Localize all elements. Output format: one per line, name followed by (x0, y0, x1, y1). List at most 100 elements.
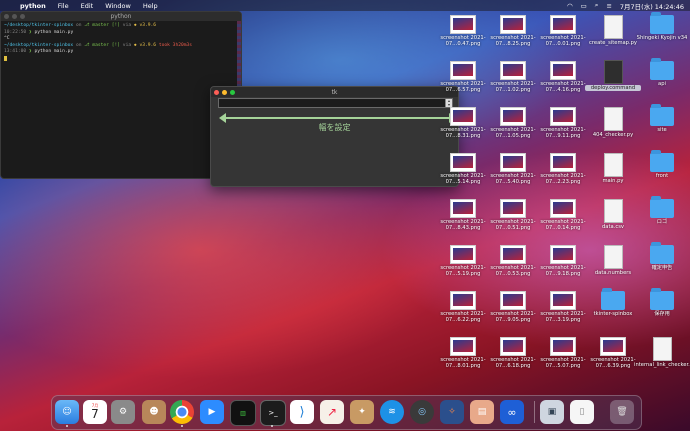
document-icon[interactable]: ▯ (570, 400, 594, 424)
folder-icon (650, 196, 674, 218)
desktop-file[interactable]: screenshot 2021-07…6.18.png (485, 337, 541, 369)
desktop-file[interactable]: internal_link_checker.py (634, 337, 690, 368)
vscode-icon[interactable]: ⟩ (290, 400, 314, 424)
status-battery-icon[interactable]: ▭ (581, 2, 587, 10)
status-search-icon[interactable]: ⌕ (595, 1, 599, 10)
desktop-file[interactable]: deploy.command (585, 60, 641, 92)
folder-icon (650, 242, 674, 264)
desktop-file[interactable]: screenshot 2021-07…9.11.png (535, 107, 591, 139)
menu-window[interactable]: Window (99, 2, 137, 10)
activity-monitor-icon[interactable]: ▥ (230, 400, 256, 426)
menu-app-python[interactable]: python (14, 2, 52, 10)
menu-help[interactable]: Help (137, 2, 164, 10)
status-wifi-icon[interactable]: ◠ (567, 2, 573, 10)
desktop-file-label: screenshot 2021-07…8.25.png (490, 35, 536, 48)
desktop-file[interactable]: screenshot 2021-07…1.05.png (485, 107, 541, 139)
desktop-file[interactable]: screenshot 2021-07…3.19.png (535, 291, 591, 323)
desktop-file[interactable]: create_sitemap.py (585, 15, 641, 46)
desktop-file[interactable]: 404_checker.py (585, 107, 641, 138)
desktop-file[interactable]: screenshot 2021-07…9.18.png (535, 245, 591, 277)
desktop-file[interactable]: screenshot 2021-07…6.57.png (435, 61, 491, 93)
desktop-file[interactable]: screenshot 2021-07…0.01.png (535, 15, 591, 47)
desktop-file[interactable]: front (634, 150, 690, 179)
desktop-file-label: screenshot 2021-07…0.14.png (540, 219, 586, 232)
image-file-icon (500, 337, 526, 356)
prompt-icon: ❯ (28, 49, 32, 55)
contacts-icon[interactable]: ☻ (142, 400, 166, 424)
menu-file[interactable]: File (52, 2, 75, 10)
desktop-file-label: screenshot 2021-07…4.16.png (540, 81, 586, 94)
screenshot-icon[interactable]: ▣ (540, 400, 564, 424)
desktop-file[interactable]: screenshot 2021-07…8.31.png (435, 107, 491, 139)
desktop-file[interactable]: screenshot 2021-07…6.22.png (435, 291, 491, 323)
desktop-file[interactable]: screenshot 2021-07…5.14.png (435, 153, 491, 185)
desktop-file[interactable]: main.py (585, 153, 641, 184)
status-control-center-icon[interactable]: ≡ (606, 2, 611, 10)
terminal-output[interactable]: ~/desktop/tkinter-spinbox on ⎇ master [!… (1, 21, 241, 66)
spinbox-input[interactable]: ▴ ▾ (218, 98, 453, 108)
desktop-file-label: ロゴ (656, 219, 668, 225)
desktop-file[interactable]: screenshot 2021-07…8.25.png (485, 15, 541, 47)
menu-clock[interactable]: 7月7日(水) 14:24:46 (620, 1, 684, 11)
terminal-titlebar[interactable]: python (1, 12, 241, 21)
spinbox-arrows-icon[interactable]: ▴ ▾ (445, 99, 452, 107)
document-file-icon (603, 199, 623, 223)
desktop-file-label: screenshot 2021-07…1.05.png (490, 127, 536, 140)
calendar-icon[interactable]: 7月 7 (83, 400, 107, 424)
desktop-file[interactable]: 確定申告 (634, 242, 690, 271)
desktop-file[interactable]: screenshot 2021-07…5.40.png (485, 153, 541, 185)
terminal-window[interactable]: python ~/desktop/tkinter-spinbox on ⎇ ma… (0, 11, 242, 179)
width-label: 幅を設定 (318, 123, 351, 132)
finder-icon[interactable]: ☺ (55, 400, 79, 424)
desktop-file[interactable]: screenshot 2021-07…2.23.png (535, 153, 591, 185)
desktop-file[interactable]: screenshot 2021-07…5.19.png (435, 245, 491, 277)
desktop-file[interactable]: tkinter-spinbox (585, 288, 641, 317)
folder-icon (601, 288, 625, 310)
dropbox-icon[interactable]: ∞ (500, 400, 524, 424)
tk-window[interactable]: tk ▴ ▾ 幅を設定 (210, 86, 459, 187)
desktop-file[interactable]: api (634, 58, 690, 87)
menu-edit[interactable]: Edit (75, 2, 100, 10)
sourcetree-icon[interactable]: ✧ (440, 400, 464, 424)
terminal-icon[interactable]: >_ (260, 400, 286, 426)
desktop-file[interactable]: screenshot 2021-07…0.14.png (535, 199, 591, 231)
dock-running-dot (271, 425, 273, 427)
desktop-file[interactable]: screenshot 2021-07…8.01.png (435, 337, 491, 369)
desktop-file[interactable]: screenshot 2021-07…8.43.png (435, 199, 491, 231)
zoom-icon[interactable]: ▶ (200, 400, 224, 424)
folder-icon (650, 104, 674, 126)
gear-icon[interactable]: ⚙ (111, 400, 135, 424)
desktop-file[interactable]: screenshot 2021-07…0.47.png (435, 15, 491, 47)
preview-icon[interactable]: ✦ (350, 400, 374, 424)
image-file-icon (500, 61, 526, 80)
desktop-file[interactable]: screenshot 2021-07…5.07.png (535, 337, 591, 369)
desktop-file[interactable]: screenshot 2021-07…9.05.png (485, 291, 541, 323)
desktop-file[interactable]: screenshot 2021-07…0.51.png (485, 199, 541, 231)
desktop-file[interactable]: screenshot 2021-07…6.39.png (585, 337, 641, 369)
terminal-cursor (4, 55, 7, 61)
quicktime-icon[interactable]: ◎ (410, 400, 434, 424)
docker-icon[interactable]: ≋ (380, 400, 404, 424)
desktop-file[interactable]: screenshot 2021-07…1.02.png (485, 61, 541, 93)
image-file-icon (450, 337, 476, 356)
tk-titlebar[interactable]: tk (211, 87, 458, 97)
desktop-file[interactable]: screenshot 2021-07…0.53.png (485, 245, 541, 277)
dock-running-dot (66, 425, 68, 427)
desktop-file-label: data.numbers (594, 270, 632, 276)
script-file-icon (603, 60, 623, 84)
desktop-file[interactable]: data.numbers (585, 245, 641, 276)
desktop-file[interactable]: Shingeki Kyojin v34 (634, 12, 690, 41)
desktop-file[interactable]: 保存用 (634, 288, 690, 317)
desktop-file[interactable]: data.csv (585, 199, 641, 230)
desktop-file[interactable]: screenshot 2021-07…4.16.png (535, 61, 591, 93)
desktop-file-label: create_sitemap.py (589, 40, 637, 46)
calendar-day: 7 (91, 406, 99, 421)
desktop-file-label: Shingeki Kyojin v34 (636, 35, 688, 41)
grapher-icon[interactable]: ↗ (320, 400, 344, 424)
desktop-file[interactable]: ロゴ (634, 196, 690, 225)
sequel-icon[interactable]: ▤ (470, 400, 494, 424)
chrome-icon[interactable] (170, 400, 194, 424)
desktop-file-label: screenshot 2021-07…2.23.png (540, 173, 586, 186)
trash-icon[interactable]: 🗑 (610, 400, 634, 424)
desktop-file[interactable]: site (634, 104, 690, 133)
